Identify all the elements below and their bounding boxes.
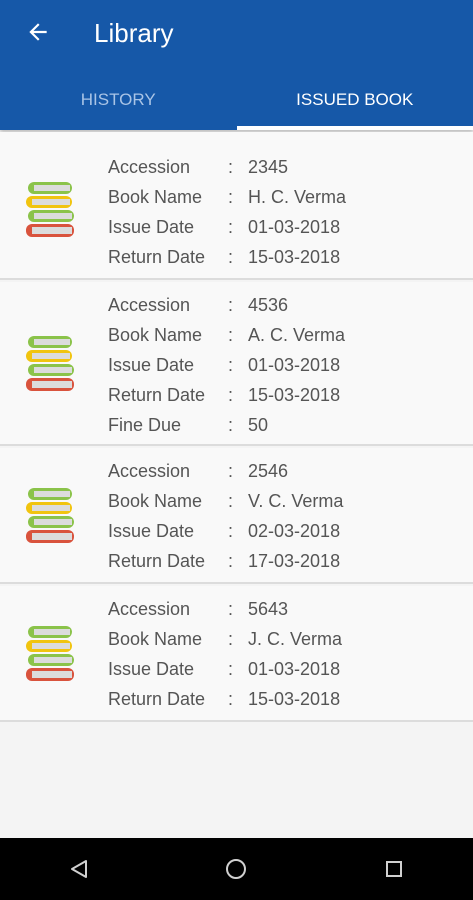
return-date-value: 15-03-2018 [248,688,341,709]
accession-label: Accession [108,598,191,619]
issued-book-list: Accession : 2345 Book Name : H. C. Verma… [0,132,473,724]
nav-back-button[interactable] [49,839,109,899]
book-details: Accession : 4536 Book Name : A. C. Verma… [108,290,345,440]
fine-due-row: Fine Due : 50 [108,410,345,440]
accession-value: 4536 [248,294,289,315]
arrow-left-icon [29,23,47,41]
separator: : [228,628,234,649]
return-date-label: Return Date [108,246,206,267]
accession-label: Accession [108,294,191,315]
book-name-value: J. C. Verma [248,628,343,649]
return-date-row: Return Date : 15-03-2018 [108,684,342,714]
app-bar: Library HISTORY ISSUED BOOK [0,0,473,130]
issue-date-row: Issue Date : 01-03-2018 [108,212,346,242]
book-details: Accession : 5643 Book Name : J. C. Verma… [108,594,342,714]
separator: : [228,414,234,435]
book-details: Accession : 2546 Book Name : V. C. Verma… [108,456,343,576]
separator: : [228,688,234,709]
book-name-label: Book Name [108,628,203,649]
separator: : [228,246,234,267]
accession-value: 2546 [248,460,289,481]
nav-home-button[interactable] [206,839,266,899]
separator: : [228,156,234,177]
issue-date-value: 01-03-2018 [248,658,341,679]
accession-row: Accession : 2546 [108,456,343,486]
book-stack-icon [26,336,74,391]
book-card[interactable]: Accession : 2345 Book Name : H. C. Verma… [0,132,473,280]
separator: : [228,294,234,315]
square-recents-icon [386,861,403,877]
accession-value: 5643 [248,598,289,619]
book-name-label: Book Name [108,186,203,207]
return-date-value: 15-03-2018 [248,246,341,267]
issue-date-value: 01-03-2018 [248,354,341,375]
book-name-row: Book Name : J. C. Verma [108,624,342,654]
book-stack-icon [26,182,74,237]
book-name-row: Book Name : H. C. Verma [108,182,346,212]
book-details: Accession : 2345 Book Name : H. C. Verma… [108,152,346,272]
separator: : [228,490,234,511]
issue-date-label: Issue Date [108,520,195,541]
separator: : [228,598,234,619]
tab-history[interactable]: HISTORY [0,70,237,130]
triangle-back-icon [70,860,87,878]
separator: : [228,324,234,345]
return-date-label: Return Date [108,550,206,571]
circle-home-icon [226,859,247,879]
return-date-value: 15-03-2018 [248,384,341,405]
accession-row: Accession : 5643 [108,594,342,624]
issue-date-label: Issue Date [108,658,195,679]
accession-label: Accession [108,156,191,177]
issue-date-value: 01-03-2018 [248,216,341,237]
accession-row: Accession : 2345 [108,152,346,182]
return-date-label: Return Date [108,688,206,709]
book-name-row: Book Name : V. C. Verma [108,486,343,516]
return-date-label: Return Date [108,384,206,405]
back-button[interactable] [20,14,56,50]
book-stack-icon [26,488,74,543]
book-name-label: Book Name [108,324,203,345]
book-name-label: Book Name [108,490,203,511]
book-stack-icon [26,626,74,681]
nav-recents-button[interactable] [364,839,424,899]
separator: : [228,658,234,679]
separator: : [228,460,234,481]
book-card[interactable]: Accession : 4536 Book Name : A. C. Verma… [0,282,473,446]
separator: : [228,354,234,375]
issue-date-row: Issue Date : 01-03-2018 [108,654,342,684]
accession-label: Accession [108,460,191,481]
system-nav-bar [0,838,473,900]
separator: : [228,520,234,541]
issue-date-row: Issue Date : 01-03-2018 [108,350,345,380]
fine-due-label: Fine Due [108,414,182,435]
separator: : [228,186,234,207]
book-name-value: V. C. Verma [248,490,344,511]
separator: : [228,384,234,405]
tab-issued-book[interactable]: ISSUED BOOK [236,70,473,130]
book-name-value: A. C. Verma [248,324,346,345]
issue-date-row: Issue Date : 02-03-2018 [108,516,343,546]
book-card[interactable]: Accession : 2546 Book Name : V. C. Verma… [0,448,473,584]
separator: : [228,550,234,571]
issue-date-value: 02-03-2018 [248,520,341,541]
book-name-row: Book Name : A. C. Verma [108,320,345,350]
return-date-row: Return Date : 15-03-2018 [108,242,346,272]
accession-row: Accession : 4536 [108,290,345,320]
accession-value: 2345 [248,156,289,177]
issue-date-label: Issue Date [108,216,195,237]
separator: : [228,216,234,237]
return-date-row: Return Date : 17-03-2018 [108,546,343,576]
page-title: Library [94,18,174,48]
book-name-value: H. C. Verma [248,186,347,207]
issue-date-label: Issue Date [108,354,195,375]
tab-bar: HISTORY ISSUED BOOK [0,70,473,130]
fine-due-value: 50 [248,414,269,435]
return-date-row: Return Date : 15-03-2018 [108,380,345,410]
book-card[interactable]: Accession : 5643 Book Name : J. C. Verma… [0,586,473,722]
return-date-value: 17-03-2018 [248,550,341,571]
